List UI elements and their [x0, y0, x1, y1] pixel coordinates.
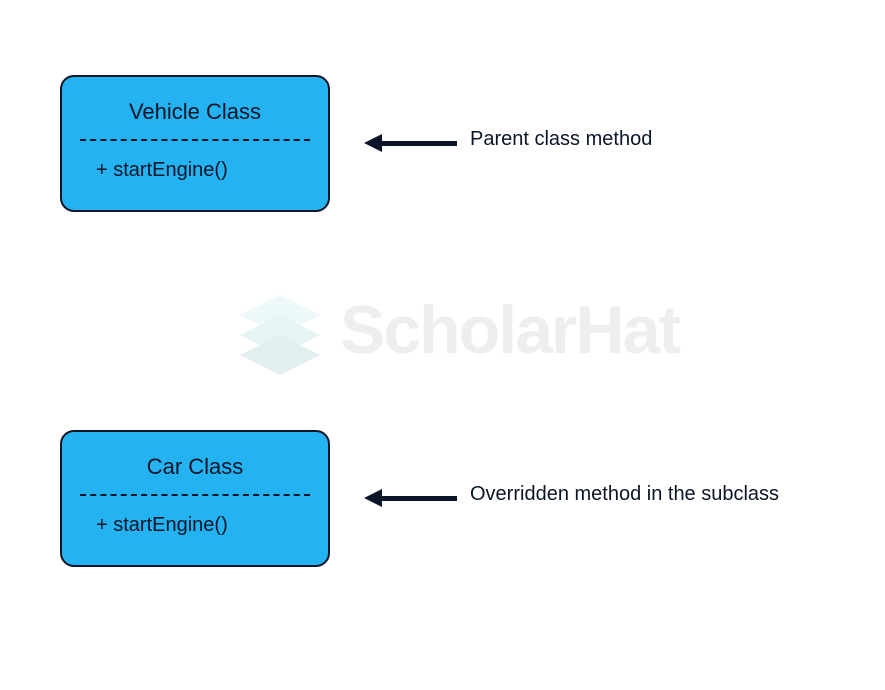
watermark: ScholarHat [230, 280, 679, 380]
car-class-box: Car Class + startEngine() [60, 430, 330, 567]
vehicle-class-box: Vehicle Class + startEngine() [60, 75, 330, 212]
arrow-head-icon [364, 489, 382, 507]
arrow-line [382, 496, 457, 501]
arrow-head-icon [364, 134, 382, 152]
car-class-title: Car Class [62, 432, 328, 494]
watermark-text: ScholarHat [340, 291, 679, 369]
arrow-to-car [364, 489, 457, 507]
arrow-to-vehicle [364, 134, 457, 152]
subclass-label: Overridden method in the subclass [470, 483, 779, 506]
vehicle-class-title: Vehicle Class [62, 77, 328, 139]
parent-class-label: Parent class method [470, 128, 652, 151]
car-class-method: + startEngine() [62, 496, 328, 565]
watermark-logo-icon [230, 280, 330, 380]
arrow-line [382, 141, 457, 146]
vehicle-class-method: + startEngine() [62, 141, 328, 210]
